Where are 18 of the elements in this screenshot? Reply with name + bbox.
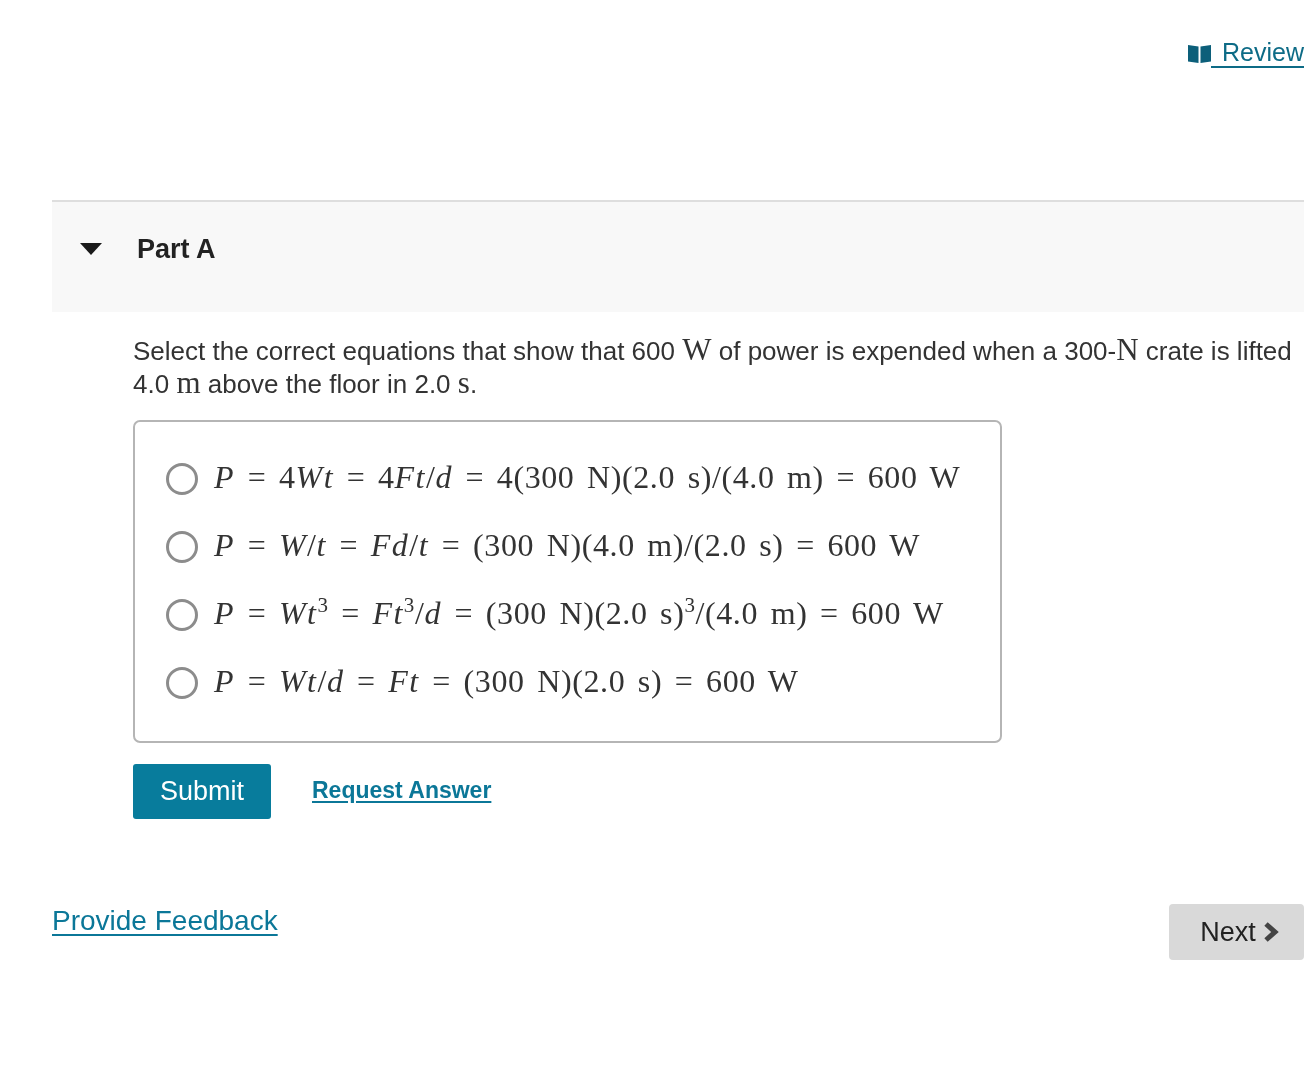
radio-button[interactable] bbox=[166, 531, 198, 563]
next-button[interactable]: Next bbox=[1169, 904, 1304, 960]
review-link[interactable]: Review bbox=[1188, 38, 1304, 68]
equation-option: P = 4Wt = 4Ft/d = 4(300 N)(2.0 s)/(4.0 m) = 600 W bbox=[214, 458, 961, 496]
book-icon bbox=[1188, 43, 1211, 63]
equation-option: P = Wt/d = Ft = (300 N)(2.0 s) = 600 W bbox=[214, 662, 799, 700]
caret-down-icon[interactable] bbox=[80, 243, 102, 255]
request-answer-link[interactable]: Request Answer bbox=[312, 777, 492, 804]
radio-button[interactable] bbox=[166, 667, 198, 699]
equation-option: P = Wt$^{3}$ = Ft$^{3}$/d = (300 N)(2.0 s)$^{3}$/(4.0 m) = 600 W bbox=[214, 594, 944, 632]
submit-button[interactable]: Submit bbox=[133, 764, 271, 819]
radio-button[interactable] bbox=[166, 463, 198, 495]
question-text: Select the correct equations that show that 600 W of power is expended when a 300-N crate is lifted 4.0 m above the floor in 2.0 s. bbox=[133, 334, 1293, 400]
chevron-right-icon bbox=[1263, 921, 1279, 943]
part-title: Part A bbox=[137, 234, 216, 264]
equation-option: P = W/t = Fd/t = (300 N)(4.0 m)/(2.0 s) = 600 W bbox=[214, 526, 921, 564]
radio-button[interactable] bbox=[166, 599, 198, 631]
provide-feedback-link[interactable]: Provide Feedback bbox=[52, 904, 278, 938]
